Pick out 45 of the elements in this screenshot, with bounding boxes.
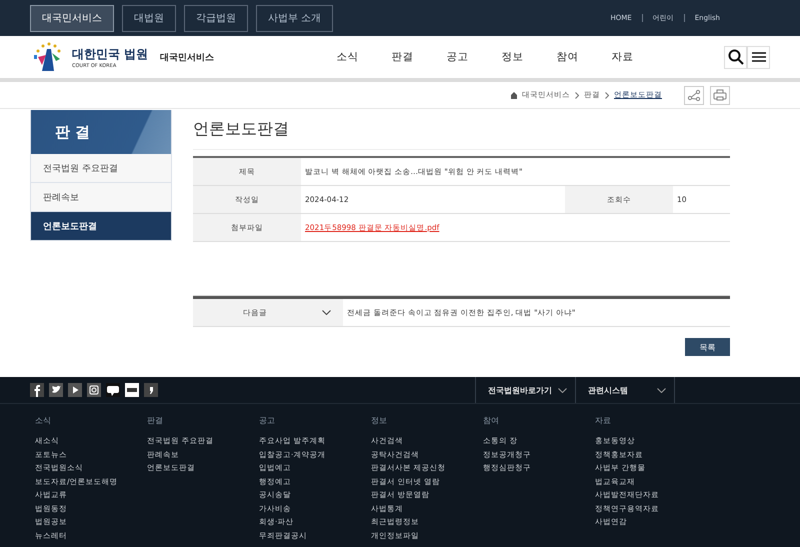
logo-title: 대한민국 법원	[72, 46, 148, 62]
main-menu-item[interactable]: 참여	[540, 50, 595, 64]
bird-icon[interactable]	[49, 383, 63, 397]
main-menu-item[interactable]: 판결	[375, 50, 430, 64]
quote-icon[interactable]	[144, 383, 158, 397]
print-button[interactable]	[710, 86, 730, 104]
main-menu-item[interactable]: 정보	[485, 50, 540, 64]
footer-heading: 자료	[595, 415, 612, 426]
chevron-down-icon	[558, 388, 567, 392]
camera-icon[interactable]	[87, 383, 101, 397]
share-button[interactable]	[684, 86, 704, 104]
facebook-icon[interactable]	[30, 383, 44, 397]
speech-bubble-icon[interactable]	[106, 383, 120, 397]
chevron-down-icon	[322, 310, 331, 315]
sidebar-item[interactable]: 전국법원 주요판결	[31, 154, 171, 183]
page-title: 언론보도판결	[193, 119, 730, 150]
dropdown-button[interactable]: 전국법원바로가기	[475, 377, 575, 403]
footer-heading: 공고	[259, 415, 276, 426]
dropdown-button[interactable]: 관련시스템	[575, 377, 675, 403]
site-tab[interactable]: 각급법원	[184, 4, 248, 32]
main-menu-item[interactable]: 공고	[430, 50, 485, 64]
menu-button[interactable]	[747, 46, 770, 68]
search-button[interactable]	[724, 46, 747, 68]
sidebar-item[interactable]: 판례속보	[31, 183, 171, 212]
play-icon[interactable]	[68, 383, 82, 397]
site-tab[interactable]: 대법원	[122, 4, 176, 32]
chevron-right-icon	[575, 92, 579, 98]
search-icon	[728, 49, 744, 65]
footer-heading: 판결	[147, 415, 164, 426]
main-menu-item[interactable]: 자료	[595, 50, 650, 64]
main-menu-item[interactable]: 소식	[320, 50, 375, 64]
footer-heading: 소식	[35, 415, 52, 426]
site-tab[interactable]: 사법부 소개	[256, 4, 334, 32]
service-name: 대국민서비스	[160, 52, 214, 64]
list-button[interactable]: 목록	[685, 338, 730, 356]
site-tab[interactable]: 대국민서비스	[30, 4, 114, 32]
footer-heading: 정보	[371, 415, 388, 426]
footer-heading: 참여	[483, 415, 500, 426]
sidebar-title: 판 결	[55, 122, 90, 142]
label-icon[interactable]	[125, 383, 139, 397]
home-icon	[511, 92, 517, 98]
sidebar-item[interactable]: 언론보도판결	[31, 212, 171, 240]
chevron-right-icon	[605, 92, 609, 98]
menu-icon	[752, 51, 766, 63]
chevron-down-icon	[657, 388, 666, 392]
